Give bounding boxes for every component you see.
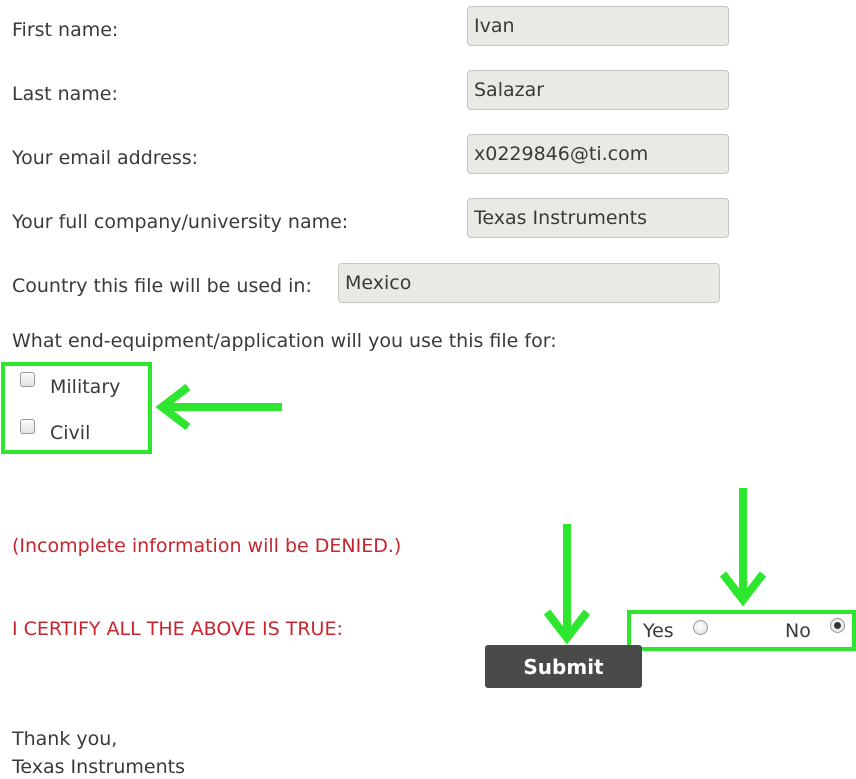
- last-name-field[interactable]: [467, 70, 729, 110]
- country-label: Country this file will be used in:: [12, 275, 312, 297]
- checkbox-highlight-box: [1, 362, 152, 454]
- closing-line-1: Thank you,: [12, 728, 118, 750]
- radio-highlight-box: [627, 610, 856, 651]
- company-field[interactable]: [467, 198, 729, 238]
- first-name-field[interactable]: [467, 6, 729, 46]
- closing-line-2: Texas Instruments: [12, 756, 185, 778]
- company-label: Your full company/university name:: [12, 211, 349, 233]
- email-field[interactable]: [467, 134, 729, 174]
- end-equipment-question: What end-equipment/application will you …: [12, 330, 557, 352]
- arrow-down-icon: [543, 524, 591, 645]
- arrow-down-icon: [719, 488, 767, 607]
- incomplete-warning: (Incomplete information will be DENIED.): [12, 535, 402, 557]
- certify-label: I CERTIFY ALL THE ABOVE IS TRUE:: [12, 618, 343, 640]
- first-name-label: First name:: [12, 19, 119, 41]
- email-label: Your email address:: [12, 147, 199, 169]
- arrow-left-icon: [155, 383, 282, 431]
- last-name-label: Last name:: [12, 83, 118, 105]
- country-field[interactable]: [338, 263, 720, 303]
- submit-button[interactable]: Submit: [485, 645, 642, 688]
